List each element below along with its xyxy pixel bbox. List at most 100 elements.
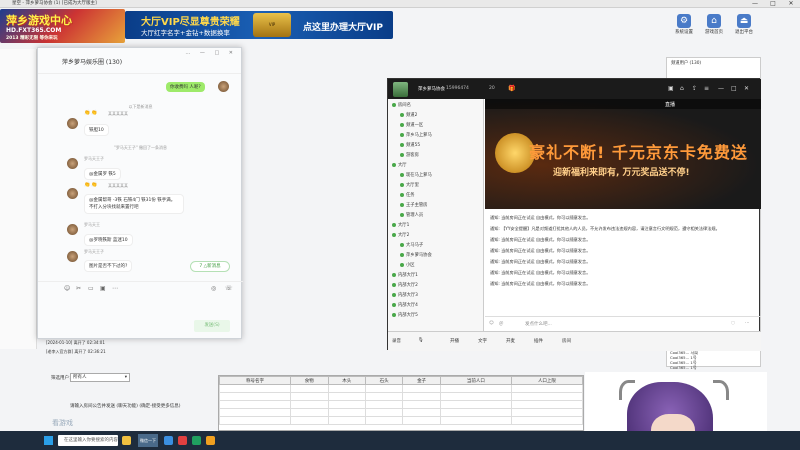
table-row[interactable] <box>218 408 584 417</box>
channel-tree-item[interactable]: 萍乡萝马协会 <box>400 252 432 258</box>
image-icon[interactable]: ▣ <box>100 285 106 292</box>
game-app-icon[interactable] <box>206 436 215 445</box>
avatar[interactable] <box>67 188 78 199</box>
banner-cta[interactable]: 点这里办理大厅VIP <box>303 20 383 33</box>
table-row[interactable] <box>218 416 584 425</box>
channel-tree-item[interactable]: 大马马子 <box>400 242 423 248</box>
record-button[interactable]: 录音 <box>392 338 401 344</box>
home-button[interactable]: ⌂ 游戏首页 <box>702 14 726 40</box>
channel-tree-item[interactable]: 内部大厅5 <box>392 312 418 318</box>
avatar[interactable] <box>67 251 78 262</box>
menu-icon[interactable]: ≡ <box>704 85 709 92</box>
room-avatar[interactable] <box>393 82 408 97</box>
table-row[interactable] <box>218 400 584 409</box>
channel-tree-item[interactable]: 游客房 <box>400 152 419 158</box>
home-icon[interactable]: ⌂ <box>680 85 684 92</box>
room-button[interactable]: 房间 <box>562 338 571 344</box>
channel-tree-item[interactable]: 大厅2 <box>392 232 409 238</box>
mic-icon[interactable]: 🎙 <box>418 338 424 343</box>
room-notice[interactable]: 请输入房间公告并发送 (聊天功能) (确定-接受更多信息) <box>70 403 220 409</box>
chat-window-buttons[interactable]: … — □ ✕ <box>185 50 237 56</box>
site-logo[interactable]: 萍乡游戏中心 HD.FXT365.COM 2013 精彩无限 等你来玩 <box>0 9 125 43</box>
sender-nick[interactable]: 罗马天王子 <box>84 156 104 162</box>
vip-emblem-icon: VIP <box>253 13 291 37</box>
scissors-icon[interactable]: ✂ <box>76 285 81 292</box>
close-button[interactable]: ✕ <box>782 0 800 8</box>
channel-tree-item[interactable]: 大厅 <box>392 162 407 168</box>
maximize-button[interactable]: □ <box>764 0 782 8</box>
column-header[interactable]: 人口上限 <box>510 376 584 385</box>
channel-tree-item[interactable]: 萍乡马上萝马 <box>400 132 432 138</box>
more-icon[interactable]: ⋯ <box>745 321 750 326</box>
sender-nick[interactable]: 罗马天王子 <box>84 249 104 255</box>
emoji-icon[interactable]: ☺ <box>64 285 70 292</box>
phone-icon[interactable]: ☏ <box>225 285 233 292</box>
sender-nick[interactable]: 罗马天王 <box>84 222 100 228</box>
channel-tree-item[interactable]: 任务 <box>400 192 415 198</box>
at-icon[interactable]: ＠ <box>499 321 504 327</box>
column-header[interactable]: 当前人口 <box>439 376 512 385</box>
channel-tree-item[interactable]: 大厅里 <box>400 182 419 188</box>
column-header[interactable]: 金子 <box>402 376 441 385</box>
taskbar-search[interactable]: 在这里输入你要搜索的内容 <box>58 435 118 446</box>
channel-tree-item[interactable]: 管理人员 <box>400 212 423 218</box>
channel-tree-item[interactable]: 房间名 <box>392 102 411 108</box>
maximize-icon[interactable]: □ <box>731 85 737 92</box>
avatar[interactable] <box>67 224 78 235</box>
message-input[interactable]: 发点什么吧... <box>525 321 552 327</box>
sender-nick[interactable]: 某某某某某 <box>108 183 128 189</box>
settings-button[interactable]: ⚙ 系统设置 <box>672 14 696 40</box>
close-icon[interactable]: ✕ <box>744 85 749 92</box>
exit-button[interactable]: ⏏ 退出平台 <box>732 14 756 40</box>
send-button[interactable]: 发送(S) <box>194 320 230 332</box>
channel-tree-item[interactable]: 内部大厅4 <box>392 302 418 308</box>
table-row[interactable] <box>218 392 584 401</box>
plugin-button[interactable]: 插件 <box>534 338 543 344</box>
emoji-icon[interactable]: ☺ <box>489 321 494 326</box>
channel-tree-item[interactable]: 内部大厅3 <box>392 292 418 298</box>
sender-nick[interactable]: 某某某某某 <box>108 111 128 117</box>
user-filter-select[interactable]: 所有人 ▾ <box>70 373 130 382</box>
minimize-button[interactable]: — <box>746 0 764 8</box>
list-item[interactable]: Cool365... 1号 <box>670 365 698 370</box>
channel-tree-item[interactable]: 频道55 <box>400 142 420 148</box>
voice-room-window[interactable]: 萍乡萝马协会 15996474 20 🎁 ▣ ⌂ ⇪ ≡ — □ ✕ 房间名 频道… <box>387 78 761 351</box>
promo-banner[interactable]: 直播 豪礼不断! 千元京东卡免费送 迎新福利来即有, 万元奖品送不停! <box>485 99 761 209</box>
channel-tree-item[interactable]: 小区 <box>400 262 415 268</box>
channel-tree-item[interactable]: 现在马上萝马 <box>400 172 432 178</box>
channel-tree-item[interactable]: 大厅1 <box>392 222 409 228</box>
group-chat-window[interactable]: 萍乡萝马娱乐圈 (130) … — □ ✕ 你收费吗 人呢? 以下是新消息 👏👏… <box>37 47 243 339</box>
avatar[interactable] <box>67 158 78 169</box>
file-explorer-icon[interactable] <box>122 436 131 445</box>
table-row[interactable] <box>218 384 584 393</box>
windows-start-icon[interactable] <box>44 436 53 445</box>
more-icon[interactable]: ⋯ <box>112 285 118 292</box>
column-header[interactable]: 称号名字 <box>218 376 292 385</box>
vip-banner[interactable]: 大厅VIP尽显尊贵荣耀 大厅红字名字+金钻+数据换率 VIP 点这里办理大厅VI… <box>125 11 393 39</box>
chat-icon[interactable]: ◌ <box>731 321 735 326</box>
channel-tree-item[interactable]: 内部大厅2 <box>392 282 418 288</box>
text-button[interactable]: 文字 <box>478 338 487 344</box>
minimize-icon[interactable]: — <box>718 85 724 92</box>
channel-tree-item[interactable]: 王子主管房 <box>400 202 427 208</box>
channel-tree-item[interactable]: 频道2 <box>400 112 417 118</box>
open-mic-button[interactable]: 开麦 <box>506 338 515 344</box>
taskbar-app-active[interactable]: 微信一下 <box>138 434 158 447</box>
browser-icon[interactable] <box>164 436 173 445</box>
new-message-button[interactable]: 7 △新消息 <box>190 261 230 272</box>
share-icon[interactable]: ⇪ <box>692 85 697 92</box>
live-button[interactable]: 开播 <box>450 338 459 344</box>
channel-tree-item[interactable]: 频道一区 <box>400 122 423 128</box>
avatar[interactable] <box>67 118 78 129</box>
column-header[interactable]: 木头 <box>327 376 366 385</box>
column-header[interactable]: 食物 <box>290 376 329 385</box>
app-icon[interactable] <box>178 436 187 445</box>
voice-icon[interactable]: ◎ <box>211 285 216 292</box>
column-header[interactable]: 石头 <box>364 376 404 385</box>
folder-icon[interactable]: ▭ <box>88 285 94 292</box>
channel-tree-item[interactable]: 内部大厅1 <box>392 272 418 278</box>
gamepad-icon[interactable]: ▣ <box>668 85 674 92</box>
avatar[interactable] <box>218 81 229 92</box>
gift-icon[interactable]: 🎁 <box>508 85 515 92</box>
chat-app-icon[interactable] <box>192 436 201 445</box>
